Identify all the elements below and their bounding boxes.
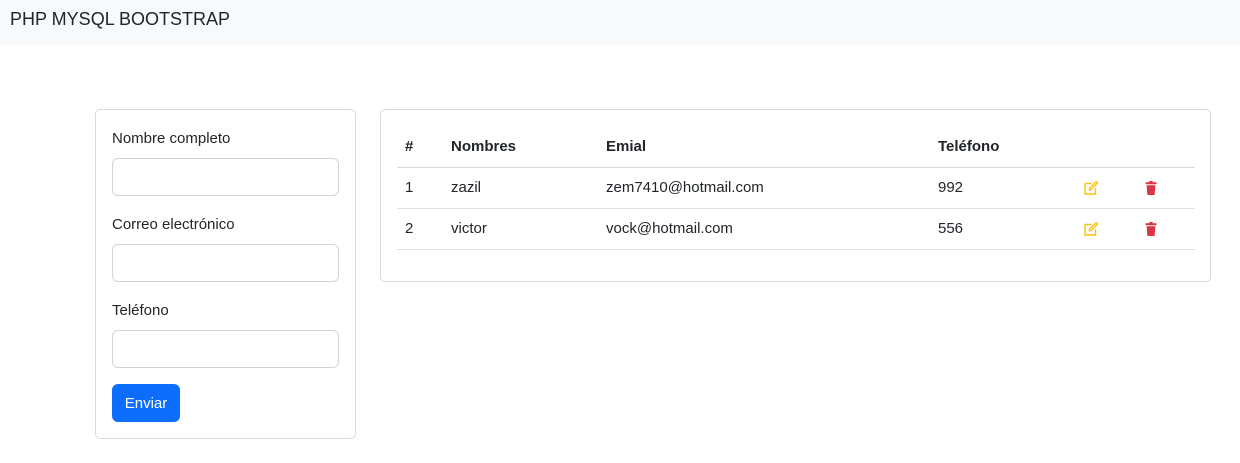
edit-cell: [1075, 167, 1135, 209]
edit-icon[interactable]: [1083, 221, 1099, 237]
table-row: 2 victor vock@hotmail.com 556: [397, 208, 1195, 250]
header-edit: [1075, 126, 1135, 168]
delete-cell: [1135, 208, 1195, 250]
table-row: 1 zazil zem7410@hotmail.com 992: [397, 167, 1195, 209]
trash-icon[interactable]: [1143, 180, 1159, 196]
trash-icon[interactable]: [1143, 221, 1159, 237]
row-name: zazil: [443, 167, 598, 209]
phone-input[interactable]: [112, 330, 339, 368]
email-field-label: Correo electrónico: [112, 216, 235, 233]
email-input[interactable]: [112, 244, 339, 282]
phone-field-label: Teléfono: [112, 302, 169, 319]
header-phone: Teléfono: [930, 126, 1075, 168]
delete-cell: [1135, 167, 1195, 209]
submit-button[interactable]: Enviar: [112, 384, 180, 422]
navbar-brand[interactable]: PHP MYSQL BOOTSTRAP: [10, 8, 230, 30]
header-names: Nombres: [443, 126, 598, 168]
table-header-row: # Nombres Emial Teléfono: [397, 126, 1195, 168]
edit-cell: [1075, 208, 1135, 250]
header-number: #: [397, 126, 443, 168]
row-phone: 556: [930, 208, 1075, 250]
name-field-label: Nombre completo: [112, 130, 231, 147]
header-email: Emial: [598, 126, 930, 168]
contact-form-card: Nombre completo Correo electrónico Teléf…: [95, 109, 356, 439]
contacts-table: # Nombres Emial Teléfono 1 zazil zem7410…: [397, 126, 1195, 250]
row-phone: 992: [930, 167, 1075, 209]
header-delete: [1135, 126, 1195, 168]
row-email: vock@hotmail.com: [598, 208, 930, 250]
edit-icon[interactable]: [1083, 180, 1099, 196]
contacts-table-card: # Nombres Emial Teléfono 1 zazil zem7410…: [380, 109, 1211, 282]
row-name: victor: [443, 208, 598, 250]
row-number: 1: [397, 167, 443, 209]
row-number: 2: [397, 208, 443, 250]
navbar: PHP MYSQL BOOTSTRAP: [0, 0, 1240, 45]
row-email: zem7410@hotmail.com: [598, 167, 930, 209]
name-input[interactable]: [112, 158, 339, 196]
